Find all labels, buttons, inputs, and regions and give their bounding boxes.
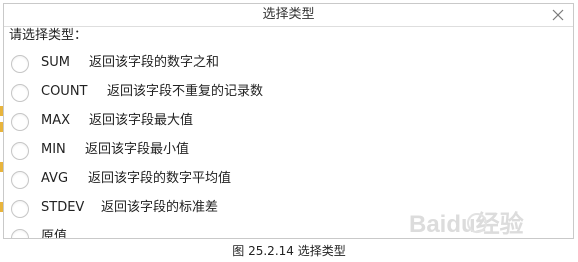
radio-button[interactable] [11, 171, 29, 189]
close-icon [552, 9, 564, 21]
radio-button[interactable] [11, 84, 29, 102]
figure-caption: 图 25.2.14 选择类型 [232, 244, 346, 258]
option-name: SUM [41, 55, 70, 70]
option-sum[interactable]: SUM 返回该字段的数字之和 [4, 50, 573, 79]
option-count[interactable]: COUNT 返回该字段不重复的记录数 [4, 79, 573, 108]
radio-button[interactable] [11, 229, 29, 238]
type-options: SUM 返回该字段的数字之和 COUNT 返回该字段不重复的记录数 MAX 返回… [4, 50, 573, 239]
page: 选择类型 请选择类型： SUM 返回该字段的数字之和 COUNT 返回该字段不重… [0, 0, 578, 262]
radio-button[interactable] [11, 113, 29, 131]
option-name: MAX [41, 113, 71, 128]
close-button[interactable] [549, 6, 567, 24]
option-name: STDEV [41, 200, 85, 215]
option-description: 返回该字段最大值 [89, 113, 194, 128]
option-stdev[interactable]: STDEV 返回该字段的标准差 [4, 195, 573, 224]
select-type-dialog: 选择类型 请选择类型： SUM 返回该字段的数字之和 COUNT 返回该字段不重… [3, 3, 574, 239]
option-name: COUNT [41, 84, 88, 99]
option-name: MIN [41, 142, 66, 157]
option-name: AVG [41, 171, 69, 186]
option-description: 返回该字段的标准差 [101, 200, 219, 215]
option-description: 返回该字段最小值 [85, 142, 190, 157]
option-min[interactable]: MIN 返回该字段最小值 [4, 137, 573, 166]
radio-button[interactable] [11, 142, 29, 160]
option-description: 返回该字段的数字平均值 [88, 171, 232, 186]
option-max[interactable]: MAX 返回该字段最大值 [4, 108, 573, 137]
option-avg[interactable]: AVG 返回该字段的数字平均值 [4, 166, 573, 195]
dialog-title: 选择类型 [262, 7, 315, 22]
option-raw-value[interactable]: 原值 [4, 224, 573, 239]
dialog-prompt: 请选择类型： [9, 28, 88, 43]
option-description: 返回该字段不重复的记录数 [107, 84, 264, 99]
option-name: 原值 [41, 229, 68, 239]
radio-button[interactable] [11, 55, 29, 73]
radio-button[interactable] [11, 200, 29, 218]
option-description: 返回该字段的数字之和 [89, 55, 220, 70]
dialog-titlebar: 选择类型 [4, 4, 573, 27]
